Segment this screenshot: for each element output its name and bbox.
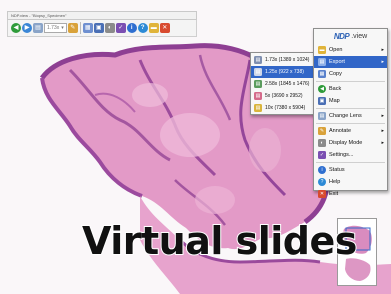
menu-item-annotate[interactable]: ✎ Annotate ▸ bbox=[314, 125, 387, 137]
window-title: NDP.view - "Biopsy_Specimen" bbox=[11, 13, 67, 18]
export-option-4[interactable]: ▤ 5x (3690 x 2952) bbox=[251, 90, 315, 102]
menu-item-map[interactable]: ▣ Map bbox=[314, 95, 387, 107]
lens-icon: ▤ bbox=[254, 80, 262, 88]
help-icon[interactable]: ? bbox=[137, 23, 148, 33]
lens-icon: ▤ bbox=[254, 68, 262, 76]
export-option-label: 5x (3690 x 2952) bbox=[265, 93, 303, 99]
menu-divider bbox=[316, 108, 385, 109]
menu-item-label: Export bbox=[329, 59, 345, 65]
map-icon[interactable]: ▣ bbox=[93, 23, 104, 33]
menu-item-exit[interactable]: ✕ Exit bbox=[314, 188, 387, 200]
pen-icon[interactable]: ✎ bbox=[67, 23, 78, 33]
export-option-1[interactable]: ▤ 1.73x (1389 x 1024) bbox=[251, 54, 315, 66]
menu-item-label: Open bbox=[329, 47, 343, 53]
menu-item-label: Annotate bbox=[329, 128, 352, 134]
menu-item-change-lens[interactable]: ▤ Change Lens ▸ bbox=[314, 110, 387, 122]
menu-divider bbox=[316, 123, 385, 124]
lens-icon: ▤ bbox=[254, 92, 262, 100]
toolbar-separator bbox=[79, 22, 81, 34]
menu-item-help[interactable]: ? Help bbox=[314, 176, 387, 188]
map-icon: ▣ bbox=[318, 97, 326, 105]
chevron-right-icon: ▸ bbox=[381, 128, 384, 134]
context-menu: NDP .view ▬ Open ▸ ▤ Export ▸ ▦ Copy ◀ B… bbox=[313, 28, 388, 198]
menu-item-label: Exit bbox=[329, 191, 339, 197]
zoom-selector[interactable]: 1.73x ▾ bbox=[44, 23, 67, 33]
display-mode-icon[interactable]: ◐ bbox=[104, 23, 115, 33]
chevron-right-icon: ▸ bbox=[381, 59, 384, 65]
lens-icon[interactable]: ▤ bbox=[33, 23, 43, 33]
zoom-value: 1.73x bbox=[47, 25, 60, 31]
menu-item-label: Copy bbox=[329, 71, 342, 77]
menu-item-status[interactable]: i Status bbox=[314, 164, 387, 176]
settings-icon[interactable]: ✓ bbox=[115, 23, 126, 33]
export-option-label: 1.73x (1389 x 1024) bbox=[265, 57, 310, 63]
menu-item-label: Map bbox=[329, 98, 340, 104]
export-option-label: 1.25x (922 x 738) bbox=[265, 69, 304, 75]
lens-icon: ▤ bbox=[254, 56, 262, 64]
menu-item-label: Status bbox=[329, 167, 345, 173]
export-option-label: 2.58x (1845 x 1476) bbox=[265, 81, 310, 87]
menu-item-export[interactable]: ▤ Export ▸ bbox=[314, 56, 387, 68]
folder-icon[interactable]: ▬ bbox=[148, 23, 159, 33]
viewer-title-bar: NDP.view - "Biopsy_Specimen" bbox=[7, 11, 197, 20]
exit-icon: ✕ bbox=[318, 190, 326, 198]
forward-icon[interactable]: ▶ bbox=[22, 23, 32, 33]
export-option-label: 10x (7380 x 5904) bbox=[265, 105, 306, 111]
menu-item-label: Display Mode bbox=[329, 140, 363, 146]
menu-item-copy[interactable]: ▦ Copy bbox=[314, 68, 387, 80]
status-icon: i bbox=[318, 166, 326, 174]
menu-divider bbox=[316, 81, 385, 82]
menu-item-back[interactable]: ◀ Back bbox=[314, 83, 387, 95]
export-option-3[interactable]: ▤ 2.58x (1845 x 1476) bbox=[251, 78, 315, 90]
menu-item-label: Settings... bbox=[329, 152, 354, 158]
menu-divider bbox=[316, 162, 385, 163]
lens-icon: ▤ bbox=[254, 104, 262, 112]
export-submenu: ▤ 1.73x (1389 x 1024) ▤ 1.25x (922 x 738… bbox=[250, 52, 316, 115]
exit-icon[interactable]: ✕ bbox=[159, 23, 170, 33]
back-icon: ◀ bbox=[318, 85, 326, 93]
status-icon[interactable]: i bbox=[126, 23, 137, 33]
chevron-right-icon: ▸ bbox=[381, 47, 384, 53]
menu-item-settings[interactable]: ✓ Settings... bbox=[314, 149, 387, 161]
chevron-right-icon: ▸ bbox=[381, 113, 384, 119]
chevron-down-icon: ▾ bbox=[61, 25, 64, 31]
export-option-2[interactable]: ▤ 1.25x (922 x 738) bbox=[251, 66, 315, 78]
copy-icon[interactable]: ▦ bbox=[82, 23, 93, 33]
ndp-view-logo: NDP .view bbox=[314, 29, 387, 44]
settings-icon: ✓ bbox=[318, 151, 326, 159]
caption-virtual-slides: Virtual slides bbox=[81, 219, 358, 263]
display-mode-icon: ◐ bbox=[318, 139, 326, 147]
help-icon: ? bbox=[318, 178, 326, 186]
logo-mark: NDP bbox=[333, 32, 350, 41]
menu-item-label: Help bbox=[329, 179, 341, 185]
folder-icon: ▬ bbox=[318, 46, 326, 54]
back-icon[interactable]: ◀ bbox=[11, 23, 21, 33]
menu-item-label: Back bbox=[329, 86, 342, 92]
menu-item-display-mode[interactable]: ◐ Display Mode ▸ bbox=[314, 137, 387, 149]
export-option-5[interactable]: ▤ 10x (7380 x 5904) bbox=[251, 102, 315, 114]
export-icon: ▤ bbox=[318, 58, 326, 66]
menu-item-label: Change Lens bbox=[329, 113, 362, 119]
slide-viewport[interactable]: NDP.view - "Biopsy_Specimen" ◀ ▶ ▤ 1.73x… bbox=[0, 0, 391, 294]
pen-icon: ✎ bbox=[318, 127, 326, 135]
chevron-right-icon: ▸ bbox=[381, 140, 384, 146]
lens-icon: ▤ bbox=[318, 112, 326, 120]
logo-word: .view bbox=[351, 33, 368, 40]
menu-item-open[interactable]: ▬ Open ▸ bbox=[314, 44, 387, 56]
viewer-toolbar: ◀ ▶ ▤ 1.73x ▾ ✎ ▦ ▣ ◐ ✓ i ? ▬ ✕ bbox=[7, 20, 197, 37]
copy-icon: ▦ bbox=[318, 70, 326, 78]
